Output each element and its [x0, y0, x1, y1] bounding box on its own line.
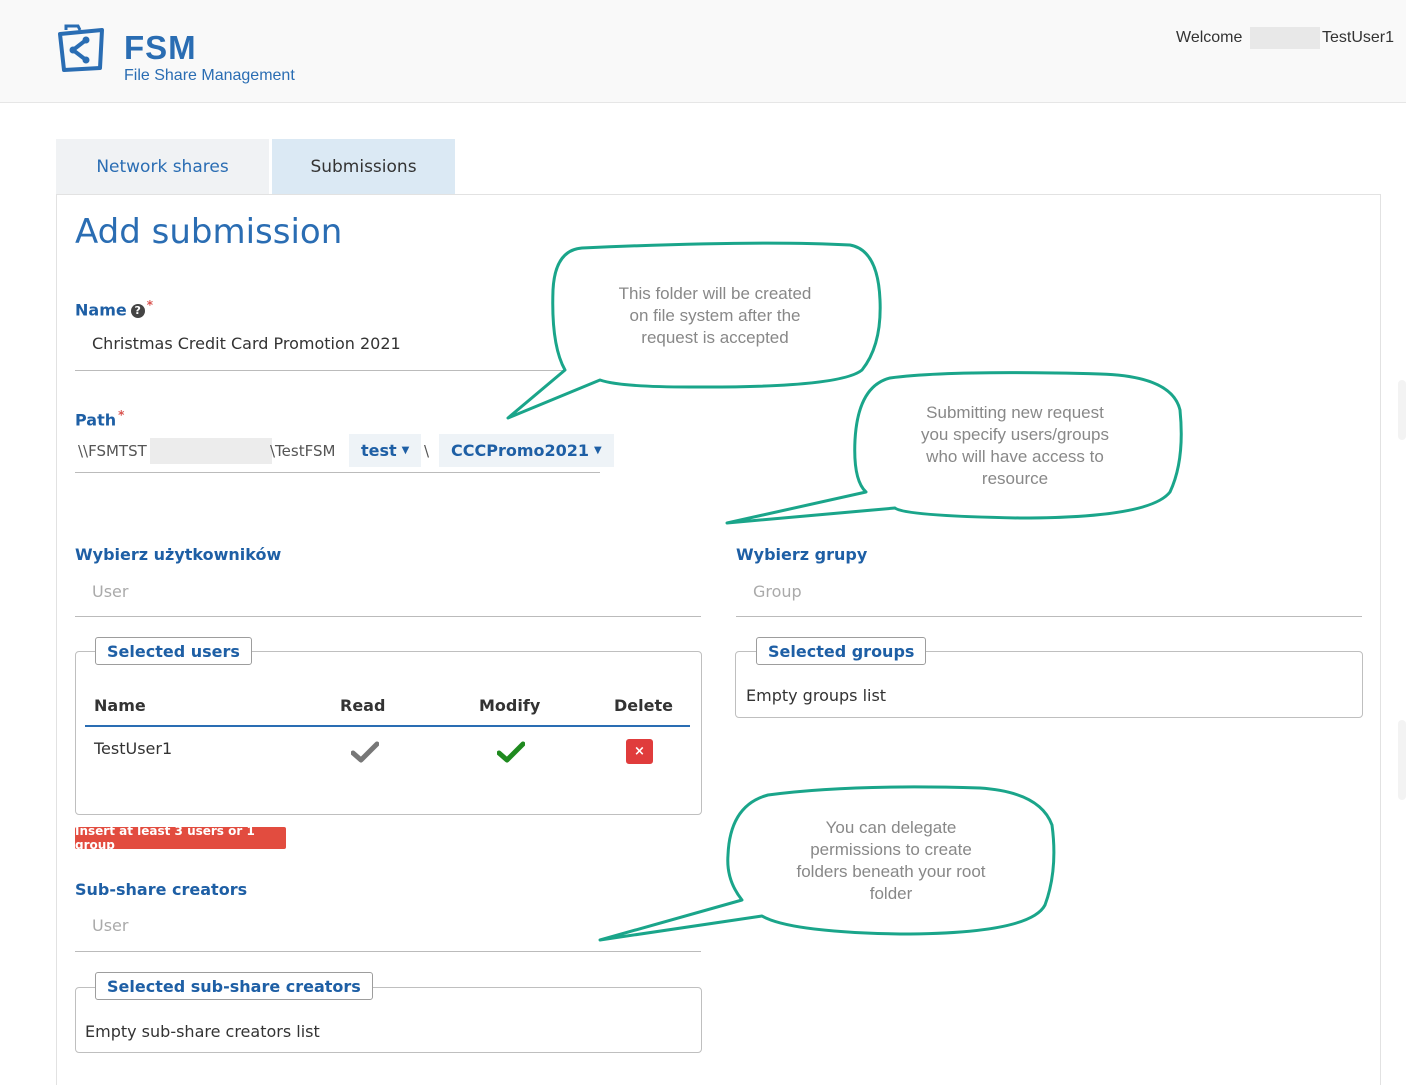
callout-bubbles: [506, 241, 1183, 942]
callout-2-text: Submitting new request you specify users…: [865, 402, 1165, 490]
callout-3-line: folder: [869, 884, 913, 903]
callout-3-line: You can delegate: [825, 818, 957, 837]
callout-1-text: This folder will be created on file syst…: [560, 283, 870, 349]
callout-2-line: you specify users/groups: [920, 425, 1110, 444]
callout-3-line: permissions to create: [810, 840, 972, 859]
callout-2-line: Submitting new request: [926, 403, 1104, 422]
callout-3-line: folders beneath your root: [796, 862, 986, 881]
callout-2-line: who will have access to: [926, 447, 1104, 466]
callout-1-line: on file system after the: [629, 306, 801, 325]
callout-3-text: You can delegate permissions to create f…: [740, 817, 1042, 905]
callout-1-line: This folder will be created: [618, 284, 812, 303]
callout-1-line: request is accepted: [641, 328, 789, 347]
callout-2-line: resource: [981, 469, 1049, 488]
